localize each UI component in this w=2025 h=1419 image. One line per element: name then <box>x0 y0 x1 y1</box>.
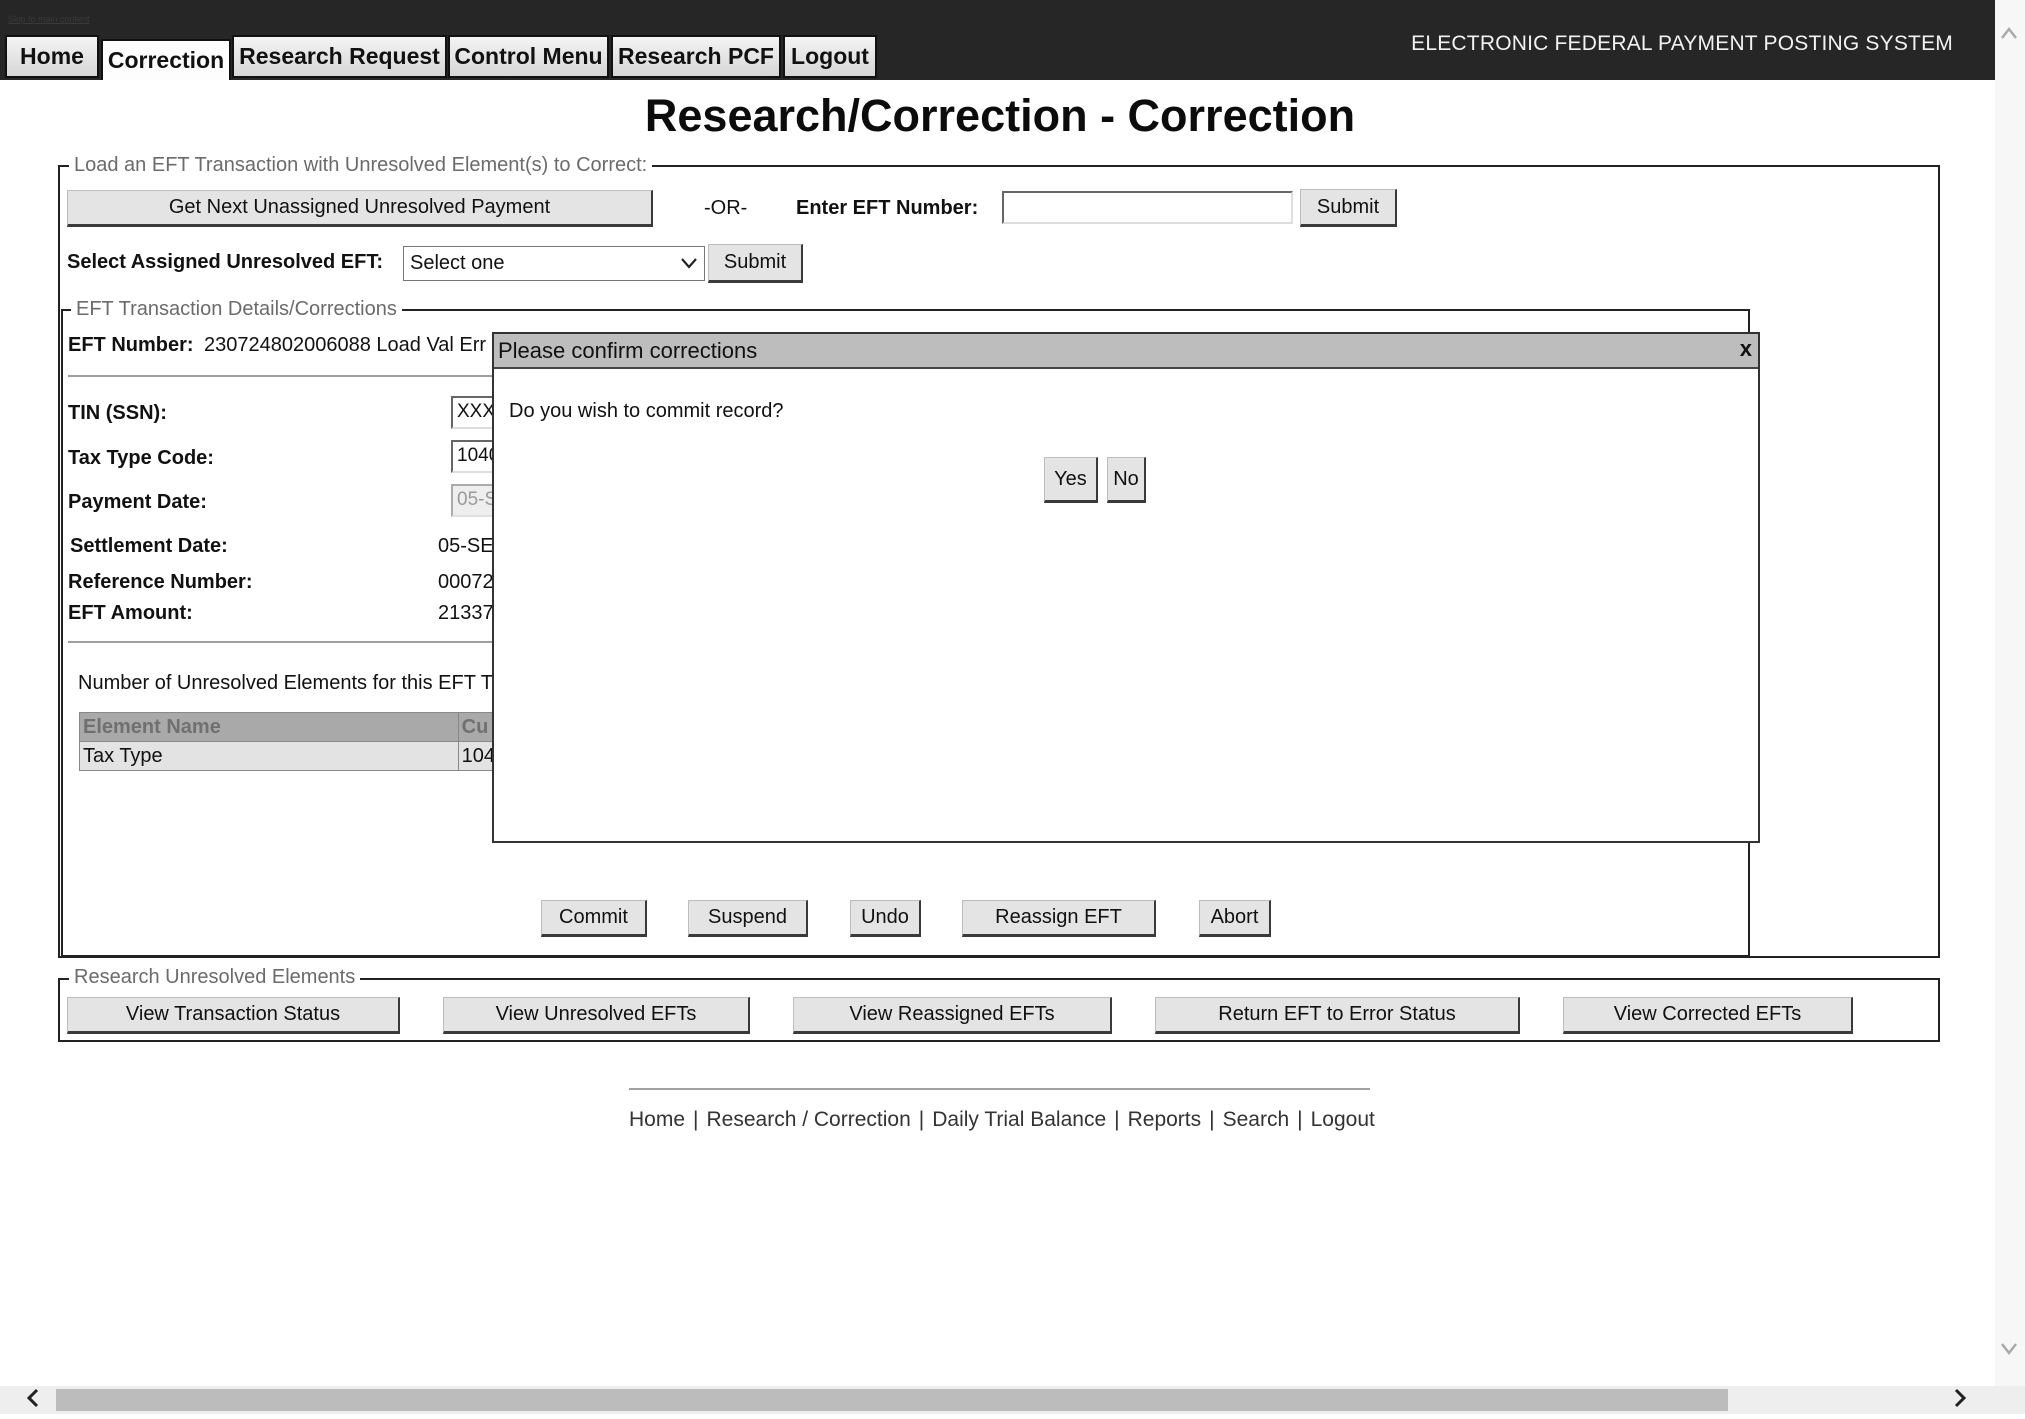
page-title: Research/Correction - Correction <box>644 90 1356 141</box>
confirm-corrections-dialog: Please confirm corrections x Do you wish… <box>492 332 1760 843</box>
eft-number-submit-button[interactable]: Submit <box>1300 189 1397 227</box>
tin-label: TIN (SSN): <box>68 402 167 424</box>
reference-number-label: Reference Number: <box>68 571 253 593</box>
element-name-cell: Tax Type <box>79 741 459 771</box>
suspend-button[interactable]: Suspend <box>688 900 808 937</box>
tab-research-request[interactable]: Research Request <box>232 35 447 78</box>
separator: | <box>693 1108 699 1131</box>
view-unresolved-efts-button[interactable]: View Unresolved EFTs <box>443 997 750 1034</box>
unresolved-elements-table: Element Name Cu Tax Type 104 <box>79 712 500 771</box>
table-row[interactable]: Tax Type 104 <box>79 741 500 771</box>
dialog-titlebar[interactable]: Please confirm corrections x <box>494 334 1758 369</box>
skip-to-main-content-link[interactable]: Skip to main content <box>8 14 90 24</box>
yes-button[interactable]: Yes <box>1044 457 1098 503</box>
tab-correction[interactable]: Correction <box>101 39 231 80</box>
separator: | <box>1114 1108 1120 1131</box>
reference-number-value: 00072 <box>438 571 494 593</box>
payment-date-label: Payment Date: <box>68 491 207 513</box>
scroll-right-icon[interactable] <box>1952 1384 1968 1419</box>
assigned-eft-submit-button[interactable]: Submit <box>708 244 803 283</box>
tab-control-menu[interactable]: Control Menu <box>448 35 609 78</box>
divider <box>68 375 508 377</box>
column-header-element-name: Element Name <box>79 712 459 742</box>
footer-link-research-correction[interactable]: Research / Correction <box>707 1108 911 1131</box>
system-name: ELECTRONIC FEDERAL PAYMENT POSTING SYSTE… <box>1411 32 1953 55</box>
eft-number-value: 230724802006088 Load Val Err <box>204 334 487 356</box>
separator: | <box>1297 1108 1303 1131</box>
tab-research-pcf[interactable]: Research PCF <box>611 35 781 78</box>
separator: | <box>1209 1108 1215 1131</box>
dialog-message: Do you wish to commit record? <box>509 400 784 422</box>
table-header-row: Element Name Cu <box>79 712 500 742</box>
eft-amount-value: 21337 <box>438 602 494 624</box>
or-text: -OR- <box>704 197 748 219</box>
separator: | <box>918 1108 925 1131</box>
divider <box>68 641 508 643</box>
eft-amount-label: EFT Amount: <box>68 602 193 624</box>
footer-link-reports[interactable]: Reports <box>1128 1108 1202 1131</box>
scroll-left-icon[interactable] <box>25 1384 41 1419</box>
get-next-unassigned-button[interactable]: Get Next Unassigned Unresolved Payment <box>67 190 653 227</box>
enter-eft-number-label: Enter EFT Number: <box>796 197 979 219</box>
tab-home[interactable]: Home <box>5 35 99 78</box>
vertical-scrollbar[interactable] <box>1995 0 2025 1386</box>
scroll-up-icon[interactable] <box>1999 20 2019 46</box>
dialog-title: Please confirm corrections <box>498 338 758 363</box>
reassign-eft-button[interactable]: Reassign EFT <box>962 900 1156 937</box>
load-eft-legend: Load an EFT Transaction with Unresolved … <box>69 154 653 177</box>
tab-logout[interactable]: Logout <box>783 35 877 78</box>
eft-number-label: EFT Number: <box>68 334 194 356</box>
eft-details-legend: EFT Transaction Details/Corrections <box>71 298 402 321</box>
research-unresolved-legend: Research Unresolved Elements <box>69 966 361 989</box>
eft-number-input[interactable] <box>1002 191 1293 224</box>
footer-link-logout[interactable]: Logout <box>1311 1108 1375 1131</box>
horizontal-scrollbar[interactable] <box>0 1386 2025 1414</box>
scroll-down-icon[interactable] <box>1999 1336 2019 1362</box>
footer-link-home[interactable]: Home <box>629 1108 685 1131</box>
settlement-date-label: Settlement Date: <box>70 535 228 557</box>
return-eft-to-error-status-button[interactable]: Return EFT to Error Status <box>1155 997 1520 1034</box>
assigned-eft-select[interactable]: Select one <box>403 246 705 281</box>
undo-button[interactable]: Undo <box>850 900 921 937</box>
tax-type-code-label: Tax Type Code: <box>68 447 214 469</box>
abort-button[interactable]: Abort <box>1199 900 1271 937</box>
unresolved-count-text: Number of Unresolved Elements for this E… <box>78 672 493 694</box>
chevron-down-icon <box>680 252 698 275</box>
select-assigned-eft-label: Select Assigned Unresolved EFT: <box>67 251 384 273</box>
view-reassigned-efts-button[interactable]: View Reassigned EFTs <box>793 997 1112 1034</box>
footer-divider <box>629 1088 1370 1090</box>
close-icon[interactable]: x <box>1740 336 1752 362</box>
footer-link-daily-trial-balance[interactable]: Daily Trial Balance <box>932 1108 1106 1131</box>
settlement-date-value: 05-SE <box>438 535 494 557</box>
view-corrected-efts-button[interactable]: View Corrected EFTs <box>1563 997 1853 1034</box>
footer-nav: Home | Research / Correction | Daily Trial B… <box>629 1108 1375 1132</box>
view-transaction-status-button[interactable]: View Transaction Status <box>67 997 400 1034</box>
no-button[interactable]: No <box>1107 457 1146 503</box>
app-header: Skip to main content Home Correction Res… <box>0 0 1995 80</box>
footer-link-search[interactable]: Search <box>1223 1108 1290 1131</box>
commit-button[interactable]: Commit <box>541 900 647 937</box>
horizontal-scroll-thumb[interactable] <box>56 1389 1728 1411</box>
assigned-eft-select-value: Select one <box>410 252 505 274</box>
